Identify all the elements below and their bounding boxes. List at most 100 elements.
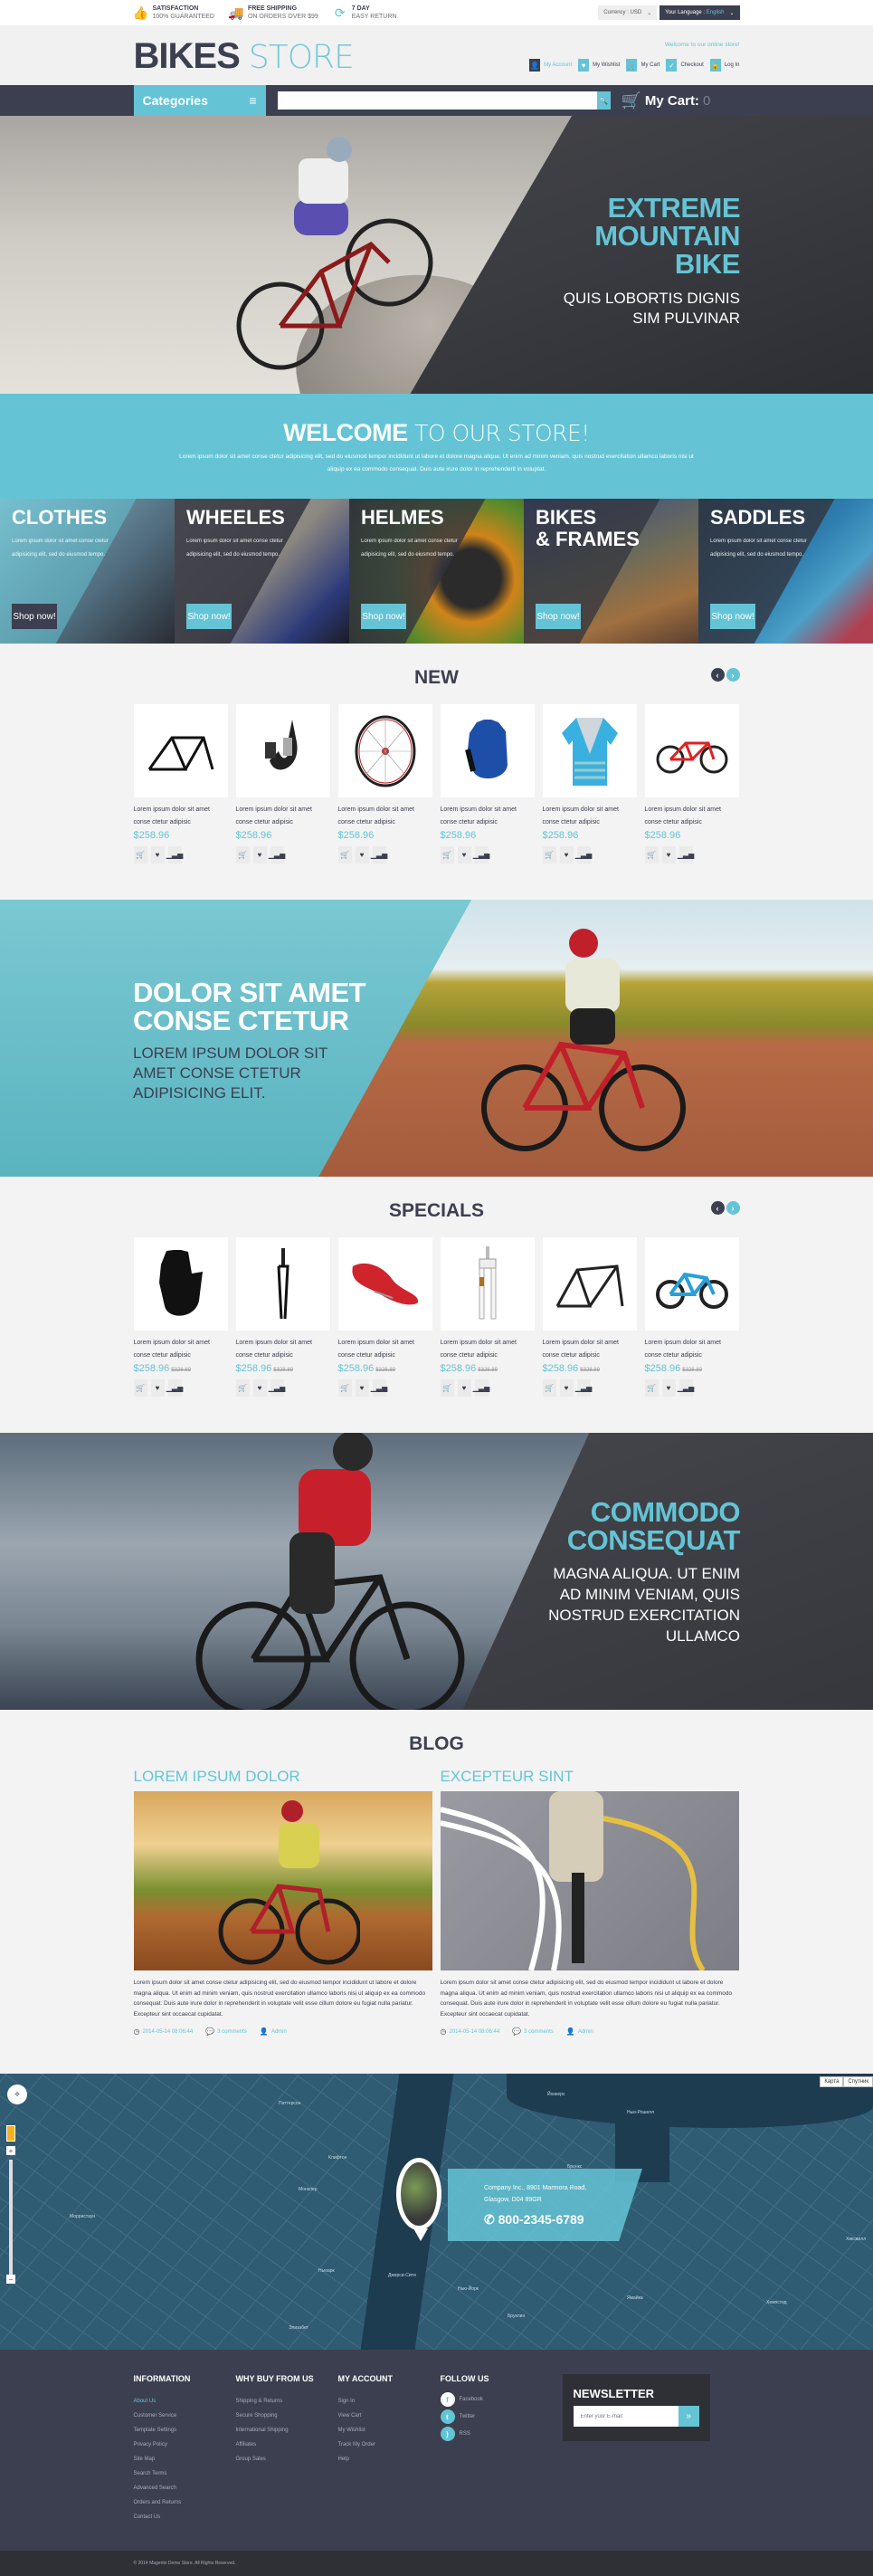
add-to-compare-button[interactable]: ▁▃▅: [678, 846, 694, 863]
footer-link[interactable]: Shipping & Returns: [236, 2394, 338, 2409]
add-to-compare-button[interactable]: ▁▃▅: [371, 846, 387, 863]
post-title[interactable]: EXCEPTEUR SINT: [441, 1768, 739, 1786]
category-wheeles[interactable]: WHEELES Lorem ipsum dolor sit amet conse…: [175, 499, 349, 644]
product-name[interactable]: Lorem ipsum dolor sit amet conse ctetur …: [134, 1337, 228, 1362]
product-image[interactable]: [337, 704, 432, 797]
post-date[interactable]: 2014-05-14 08:06:44: [142, 2029, 193, 2035]
footer-link[interactable]: Advanced Search: [134, 2481, 236, 2495]
map-type-satellite-button[interactable]: Спутник: [843, 2076, 873, 2087]
footer-link[interactable]: Secure Shopping: [236, 2409, 338, 2423]
search-input[interactable]: [277, 91, 597, 110]
add-to-compare-button[interactable]: ▁▃▅: [575, 1379, 592, 1397]
post-image[interactable]: [440, 1791, 739, 1970]
checkout-link[interactable]: ✓ Checkout: [666, 59, 704, 72]
post-comments[interactable]: 3 comments: [524, 2029, 554, 2035]
add-to-cart-button[interactable]: 🛒: [133, 1379, 147, 1397]
product-name[interactable]: Lorem ipsum dolor sit amet conse ctetur …: [338, 804, 432, 829]
add-to-wishlist-button[interactable]: ♥: [457, 1379, 471, 1397]
footer-link[interactable]: International Shipping: [236, 2423, 338, 2438]
add-to-cart-button[interactable]: 🛒: [644, 1379, 659, 1397]
next-arrow-button[interactable]: ›: [726, 668, 740, 682]
post-author[interactable]: Admin: [271, 2029, 287, 2035]
post-title[interactable]: LOREM IPSUM DOLOR: [134, 1768, 432, 1786]
map-pin[interactable]: [396, 2158, 441, 2241]
add-to-wishlist-button[interactable]: ♥: [150, 1379, 165, 1397]
post-comments[interactable]: 3 comments: [217, 2029, 247, 2035]
footer-link[interactable]: Affiliates: [236, 2438, 338, 2452]
footer-link[interactable]: Help: [338, 2452, 441, 2466]
add-to-wishlist-button[interactable]: ♥: [661, 1379, 676, 1397]
footer-link[interactable]: Orders and Returns: [134, 2495, 236, 2510]
add-to-cart-button[interactable]: 🛒: [542, 846, 556, 863]
product-name[interactable]: Lorem ipsum dolor sit amet conse ctetur …: [645, 1337, 739, 1362]
product-name[interactable]: Lorem ipsum dolor sit amet conse ctetur …: [236, 1337, 330, 1362]
newsletter-subscribe-button[interactable]: »: [678, 2406, 699, 2427]
footer-link[interactable]: Track My Order: [338, 2438, 441, 2452]
product-name[interactable]: Lorem ipsum dolor sit amet conse ctetur …: [236, 804, 330, 829]
add-to-cart-button[interactable]: 🛒: [440, 1379, 454, 1397]
add-to-wishlist-button[interactable]: ♥: [559, 846, 574, 863]
product-name[interactable]: Lorem ipsum dolor sit amet conse ctetur …: [645, 804, 739, 829]
shop-now-button[interactable]: Shop now!: [361, 604, 406, 629]
product-name[interactable]: Lorem ipsum dolor sit amet conse ctetur …: [441, 1337, 535, 1362]
product-image[interactable]: [644, 1237, 739, 1331]
product-image[interactable]: [133, 704, 228, 797]
add-to-wishlist-button[interactable]: ♥: [252, 1379, 267, 1397]
footer-link[interactable]: Template Settings: [134, 2423, 236, 2438]
category-saddles[interactable]: SADDLES Lorem ipsum dolor sit amet conse…: [698, 499, 873, 644]
prev-arrow-button[interactable]: ‹: [710, 1201, 725, 1215]
add-to-cart-button[interactable]: 🛒: [235, 1379, 250, 1397]
add-to-compare-button[interactable]: ▁▃▅: [166, 846, 183, 863]
add-to-compare-button[interactable]: ▁▃▅: [473, 846, 489, 863]
header-cart[interactable]: 🛒 My Cart: 0: [622, 91, 711, 110]
my-account-link[interactable]: 👤 My Account: [529, 59, 572, 72]
add-to-compare-button[interactable]: ▁▃▅: [371, 1379, 387, 1397]
footer-link[interactable]: Sign In: [338, 2394, 441, 2409]
prev-arrow-button[interactable]: ‹: [710, 668, 725, 682]
language-select[interactable]: Your Language : English ⌄: [659, 5, 740, 20]
product-image[interactable]: [337, 1237, 432, 1331]
store-map[interactable]: Паттерсон Клифтон Бронкс Ньюарк Джерси-Сити Н…: [0, 2074, 873, 2350]
product-name[interactable]: Lorem ipsum dolor sit amet conse ctetur …: [543, 804, 637, 829]
footer-link[interactable]: Site Map: [134, 2452, 236, 2466]
twitter-link[interactable]: t Twitter: [440, 2409, 543, 2424]
search-button[interactable]: 🔍: [596, 91, 611, 110]
rss-link[interactable]: ) RSS: [440, 2427, 543, 2441]
logo[interactable]: BIKES STORE: [134, 37, 355, 77]
product-image[interactable]: [235, 1237, 330, 1331]
add-to-compare-button[interactable]: ▁▃▅: [678, 1379, 694, 1397]
add-to-wishlist-button[interactable]: ♥: [355, 846, 369, 863]
add-to-cart-button[interactable]: 🛒: [644, 846, 659, 863]
hero-slider[interactable]: EXTREME MOUNTAIN BIKE QUIS LOBORTIS DIGNIS…: [0, 116, 873, 394]
add-to-wishlist-button[interactable]: ♥: [661, 846, 676, 863]
category-bikes-frames[interactable]: BIKES & FRAMES Shop now!: [524, 499, 698, 644]
add-to-cart-button[interactable]: 🛒: [337, 846, 352, 863]
shop-now-button[interactable]: Shop now!: [536, 604, 581, 629]
category-clothes[interactable]: CLOTHES Lorem ipsum dolor sit amet conse…: [0, 499, 175, 644]
zoom-out-button[interactable]: −: [6, 2275, 15, 2284]
shop-now-button[interactable]: Shop now!: [186, 604, 232, 629]
currency-select[interactable]: Currency : USD ⌄: [598, 5, 658, 20]
post-date[interactable]: 2014-05-14 08:06:44: [449, 2029, 499, 2035]
add-to-compare-button[interactable]: ▁▃▅: [473, 1379, 489, 1397]
category-helmes[interactable]: HELMES Lorem ipsum dolor sit amet conse …: [349, 499, 524, 644]
next-arrow-button[interactable]: ›: [726, 1201, 740, 1215]
product-image[interactable]: [542, 1237, 637, 1331]
add-to-wishlist-button[interactable]: ♥: [150, 846, 165, 863]
footer-link[interactable]: Group Sales: [236, 2452, 338, 2466]
footer-link[interactable]: View Cart: [338, 2409, 441, 2423]
product-image[interactable]: [644, 704, 739, 797]
add-to-cart-button[interactable]: 🛒: [440, 846, 454, 863]
footer-link[interactable]: Privacy Policy: [134, 2438, 236, 2452]
product-name[interactable]: Lorem ipsum dolor sit amet conse ctetur …: [338, 1337, 432, 1362]
promo-banner-3[interactable]: COMMODO CONSEQUAT MAGNA ALIQUA. UT ENIM AD…: [0, 1433, 873, 1710]
map-type-map-button[interactable]: Карта: [820, 2076, 844, 2087]
add-to-wishlist-button[interactable]: ♥: [559, 1379, 574, 1397]
zoom-in-button[interactable]: +: [6, 2146, 15, 2155]
product-name[interactable]: Lorem ipsum dolor sit amet conse ctetur …: [441, 804, 535, 829]
add-to-cart-button[interactable]: 🛒: [235, 846, 250, 863]
footer-link[interactable]: My Wishlist: [338, 2423, 441, 2438]
add-to-wishlist-button[interactable]: ♥: [355, 1379, 369, 1397]
add-to-compare-button[interactable]: ▁▃▅: [166, 1379, 183, 1397]
street-view-pegman[interactable]: [6, 2125, 15, 2142]
